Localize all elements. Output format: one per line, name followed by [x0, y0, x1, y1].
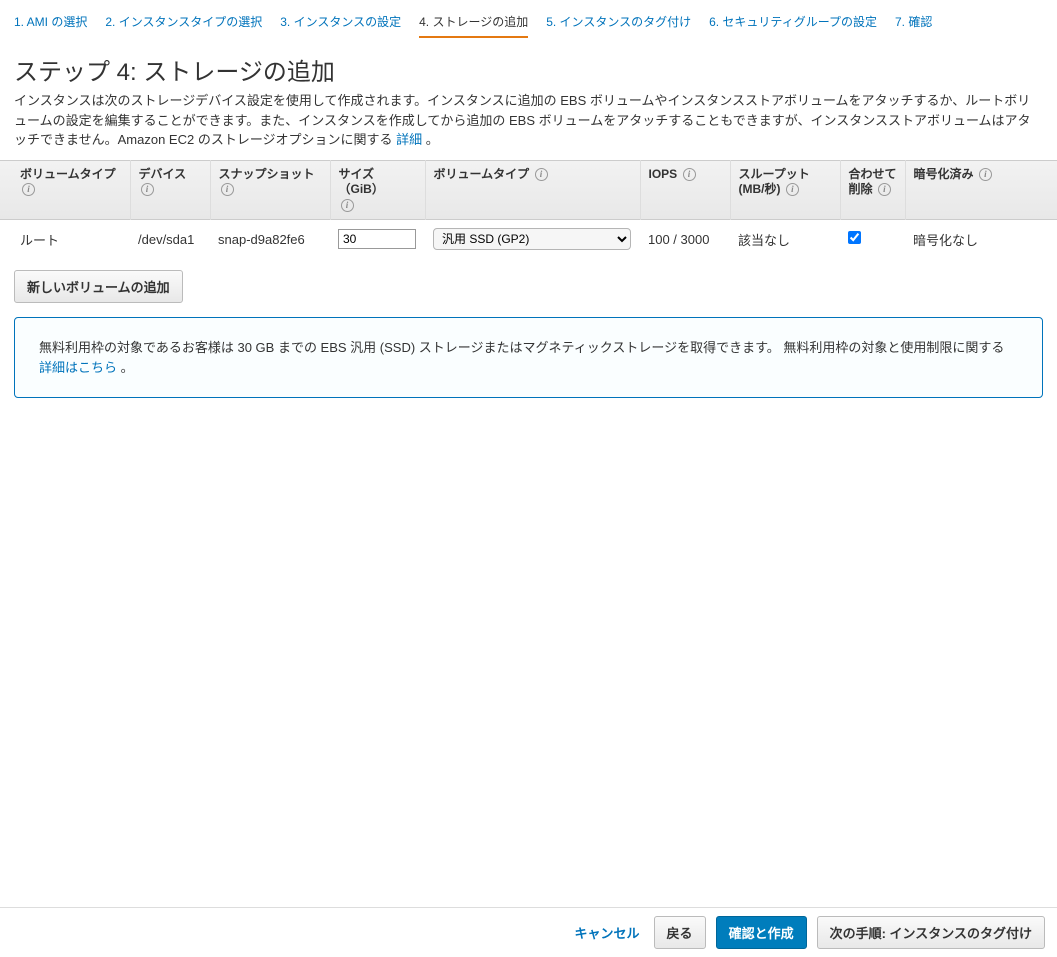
notice-after: 。 [117, 360, 134, 375]
info-icon[interactable]: i [221, 183, 234, 196]
th-encrypted: 暗号化済み i [905, 160, 1057, 220]
wizard-step-3[interactable]: 3. インスタンスの設定 [280, 13, 401, 38]
cell-snapshot: snap-d9a82fe6 [210, 220, 330, 259]
storage-details-link[interactable]: 詳細 [396, 132, 422, 147]
page-description: インスタンスは次のストレージデバイス設定を使用して作成されます。インスタンスに追… [0, 91, 1057, 160]
next-button[interactable]: 次の手順: インスタンスのタグ付け [817, 916, 1045, 949]
th-volume-type2: ボリュームタイプ i [425, 160, 640, 220]
wizard-step-6[interactable]: 6. セキュリティグループの設定 [709, 13, 877, 38]
cell-size [330, 220, 425, 259]
cell-device: /dev/sda1 [130, 220, 210, 259]
volume-type-select[interactable]: 汎用 SSD (GP2) [433, 228, 631, 250]
cell-iops: 100 / 3000 [640, 220, 730, 259]
info-icon[interactable]: i [22, 183, 35, 196]
th-iops: IOPS i [640, 160, 730, 220]
info-icon[interactable]: i [979, 168, 992, 181]
th-size: サイズ（GiB）i [330, 160, 425, 220]
cell-delete-on-termination [840, 220, 905, 259]
info-icon[interactable]: i [878, 183, 891, 196]
back-button[interactable]: 戻る [654, 916, 706, 949]
wizard-step-5[interactable]: 5. インスタンスのタグ付け [546, 13, 691, 38]
page-title: ステップ 4: ストレージの追加 [0, 46, 1057, 91]
info-icon[interactable]: i [141, 183, 154, 196]
desc-text: インスタンスは次のストレージデバイス設定を使用して作成されます。インスタンスに追… [14, 93, 1031, 147]
footer-bar: キャンセル 戻る 確認と作成 次の手順: インスタンスのタグ付け [0, 907, 1057, 957]
wizard-step-2[interactable]: 2. インスタンスタイプの選択 [105, 13, 262, 38]
delete-on-termination-checkbox[interactable] [848, 231, 861, 244]
add-volume-button[interactable]: 新しいボリュームの追加 [14, 270, 183, 303]
info-icon[interactable]: i [786, 183, 799, 196]
wizard-steps: 1. AMI の選択 2. インスタンスタイプの選択 3. インスタンスの設定 … [0, 0, 1057, 46]
desc-after: 。 [422, 132, 439, 147]
cell-volume-type: ルート [0, 220, 130, 259]
table-row: ルート /dev/sda1 snap-d9a82fe6 汎用 SSD (GP2)… [0, 220, 1057, 259]
cancel-link[interactable]: キャンセル [575, 923, 640, 942]
th-throughput: スループット (MB/秒) i [730, 160, 840, 220]
th-snapshot: スナップショットi [210, 160, 330, 220]
cell-encrypted: 暗号化なし [905, 220, 1057, 259]
info-icon[interactable]: i [341, 199, 354, 212]
info-icon[interactable]: i [535, 168, 548, 181]
wizard-step-4[interactable]: 4. ストレージの追加 [419, 13, 528, 38]
storage-table: ボリュームタイプi デバイスi スナップショットi サイズ（GiB）i ボリュー… [0, 160, 1057, 259]
info-icon[interactable]: i [683, 168, 696, 181]
th-device: デバイスi [130, 160, 210, 220]
free-tier-details-link[interactable]: 詳細はこちら [39, 360, 117, 375]
free-tier-notice: 無料利用枠の対象であるお客様は 30 GB までの EBS 汎用 (SSD) ス… [14, 317, 1043, 398]
cell-volume-type2: 汎用 SSD (GP2) [425, 220, 640, 259]
notice-text: 無料利用枠の対象であるお客様は 30 GB までの EBS 汎用 (SSD) ス… [39, 340, 1004, 355]
cell-throughput: 該当なし [730, 220, 840, 259]
size-input[interactable] [338, 229, 416, 249]
review-launch-button[interactable]: 確認と作成 [716, 916, 807, 949]
th-delete-on-termination: 合わせて削除 i [840, 160, 905, 220]
wizard-step-1[interactable]: 1. AMI の選択 [14, 13, 87, 38]
th-volume-type: ボリュームタイプi [0, 160, 130, 220]
wizard-step-7[interactable]: 7. 確認 [895, 13, 932, 38]
